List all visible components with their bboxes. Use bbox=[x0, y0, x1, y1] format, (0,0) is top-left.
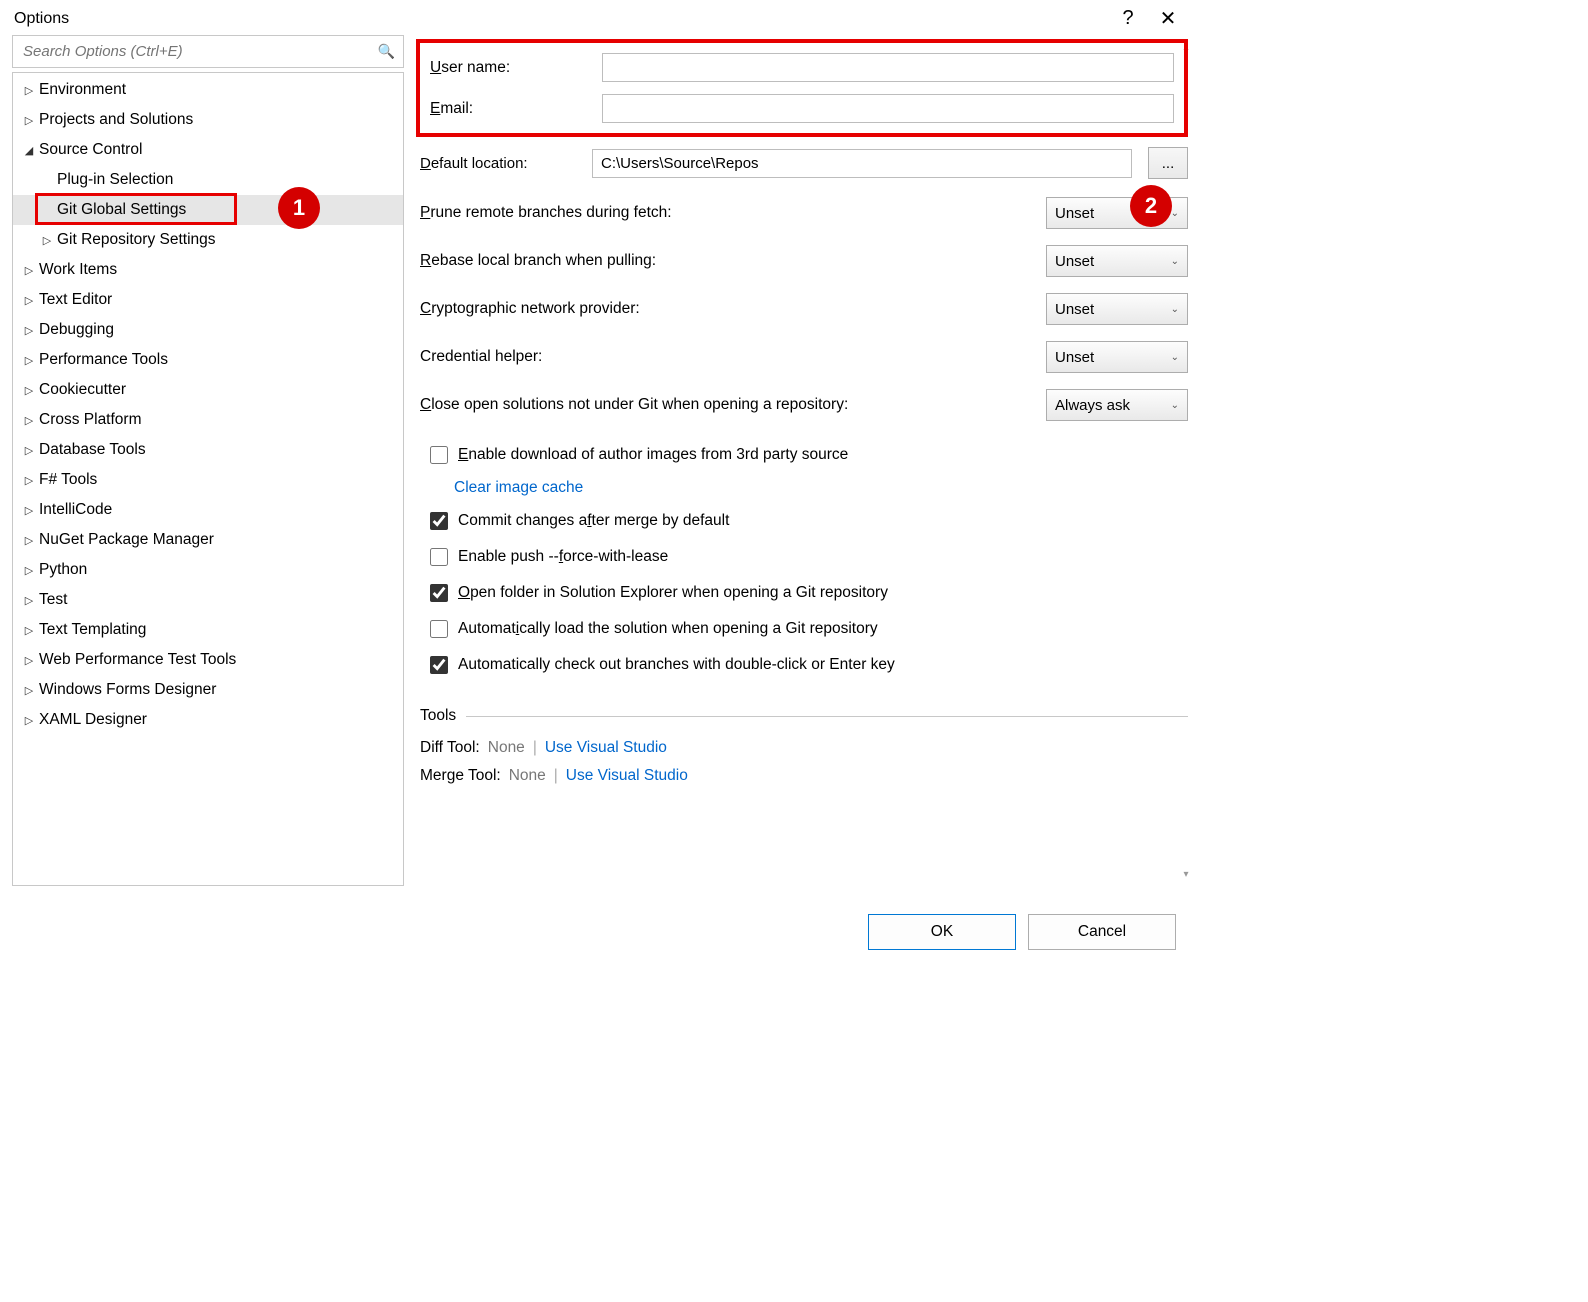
enable-download-label: Enable download of author images from 3r… bbox=[458, 446, 848, 464]
highlight-identity-block: User name: Email: bbox=[416, 39, 1188, 137]
scroll-down-icon[interactable]: ▾ bbox=[1178, 866, 1194, 882]
credential-combo[interactable]: Unset⌄ bbox=[1046, 341, 1188, 373]
crypto-label: Cryptographic network provider: bbox=[420, 300, 1046, 318]
open-folder-checkbox[interactable] bbox=[430, 584, 448, 602]
tree-text-templating[interactable]: ▷Text Templating bbox=[13, 615, 403, 645]
enable-download-checkbox[interactable] bbox=[430, 446, 448, 464]
force-with-lease-label: Enable push --force-with-lease bbox=[458, 548, 668, 566]
tree-nuget[interactable]: ▷NuGet Package Manager bbox=[13, 525, 403, 555]
diff-tool-value: None bbox=[488, 739, 525, 757]
default-location-label: Default location: bbox=[420, 155, 576, 172]
tree-performance-tools[interactable]: ▷Performance Tools bbox=[13, 345, 403, 375]
tree-fsharp-tools[interactable]: ▷F# Tools bbox=[13, 465, 403, 495]
tree-source-control[interactable]: ◢Source Control bbox=[13, 135, 403, 165]
tools-header: Tools bbox=[420, 707, 1188, 725]
chevron-down-icon: ⌄ bbox=[1171, 256, 1179, 267]
chevron-down-icon: ⌄ bbox=[1171, 400, 1179, 411]
crypto-combo[interactable]: Unset⌄ bbox=[1046, 293, 1188, 325]
window-title: Options bbox=[14, 10, 69, 28]
tree-web-perf[interactable]: ▷Web Performance Test Tools bbox=[13, 645, 403, 675]
tree-plugin-selection[interactable]: Plug-in Selection bbox=[13, 165, 403, 195]
autoload-solution-checkbox[interactable] bbox=[430, 620, 448, 638]
close-button[interactable]: ✕ bbox=[1148, 6, 1188, 31]
tree-database-tools[interactable]: ▷Database Tools bbox=[13, 435, 403, 465]
search-icon: 🔍 bbox=[378, 43, 395, 60]
ok-button[interactable]: OK bbox=[868, 914, 1016, 950]
credential-label: Credential helper: bbox=[420, 348, 1046, 366]
commit-after-merge-checkbox[interactable] bbox=[430, 512, 448, 530]
autoload-solution-label: Automatically load the solution when ope… bbox=[458, 620, 878, 638]
search-input[interactable] bbox=[21, 42, 378, 61]
close-solutions-combo[interactable]: Always ask⌄ bbox=[1046, 389, 1188, 421]
tree-projects[interactable]: ▷Projects and Solutions bbox=[13, 105, 403, 135]
email-label: Email: bbox=[430, 100, 586, 118]
callout-2: 2 bbox=[1130, 185, 1172, 227]
email-input[interactable] bbox=[602, 94, 1174, 123]
tree-test[interactable]: ▷Test bbox=[13, 585, 403, 615]
tree-git-repo-settings[interactable]: ▷Git Repository Settings bbox=[13, 225, 403, 255]
clear-image-cache-link[interactable]: Clear image cache bbox=[454, 479, 1188, 497]
commit-after-merge-label: Commit changes after merge by default bbox=[458, 512, 729, 530]
tree-intellicode[interactable]: ▷IntelliCode bbox=[13, 495, 403, 525]
rebase-combo[interactable]: Unset⌄ bbox=[1046, 245, 1188, 277]
username-label: User name: bbox=[430, 59, 586, 77]
chevron-down-icon: ⌄ bbox=[1171, 208, 1179, 219]
help-button[interactable]: ? bbox=[1108, 7, 1148, 30]
titlebar: Options ? ✕ bbox=[0, 0, 1200, 35]
browse-button[interactable]: ... bbox=[1148, 147, 1188, 179]
tree-python[interactable]: ▷Python bbox=[13, 555, 403, 585]
username-input[interactable] bbox=[602, 53, 1174, 82]
default-location-input[interactable] bbox=[592, 149, 1132, 178]
open-folder-label: Open folder in Solution Explorer when op… bbox=[458, 584, 888, 602]
auto-checkout-label: Automatically check out branches with do… bbox=[458, 656, 895, 674]
tree-cookiecutter[interactable]: ▷Cookiecutter bbox=[13, 375, 403, 405]
diff-use-vs-link[interactable]: Use Visual Studio bbox=[545, 739, 667, 757]
force-with-lease-checkbox[interactable] bbox=[430, 548, 448, 566]
chevron-down-icon: ⌄ bbox=[1171, 352, 1179, 363]
chevron-down-icon: ⌄ bbox=[1171, 304, 1179, 315]
tree-git-global-settings[interactable]: Git Global Settings bbox=[13, 195, 403, 225]
prune-label: Prune remote branches during fetch: bbox=[420, 204, 1046, 222]
close-solutions-label: Close open solutions not under Git when … bbox=[420, 396, 1046, 414]
tree-cross-platform[interactable]: ▷Cross Platform bbox=[13, 405, 403, 435]
auto-checkout-checkbox[interactable] bbox=[430, 656, 448, 674]
rebase-label: Rebase local branch when pulling: bbox=[420, 252, 1046, 270]
settings-pane: ▴ User name: Email: Default location: ..… bbox=[416, 35, 1188, 886]
callout-1: 1 bbox=[278, 187, 320, 229]
merge-tool-label: Merge Tool: bbox=[420, 767, 501, 785]
tree-environment[interactable]: ▷Environment bbox=[13, 75, 403, 105]
tree-work-items[interactable]: ▷Work Items bbox=[13, 255, 403, 285]
cancel-button[interactable]: Cancel bbox=[1028, 914, 1176, 950]
tree-text-editor[interactable]: ▷Text Editor bbox=[13, 285, 403, 315]
tree-debugging[interactable]: ▷Debugging bbox=[13, 315, 403, 345]
search-options[interactable]: 🔍 bbox=[12, 35, 404, 68]
diff-tool-label: Diff Tool: bbox=[420, 739, 480, 757]
options-tree[interactable]: ▷Environment ▷Projects and Solutions ◢So… bbox=[12, 72, 404, 886]
tree-xaml[interactable]: ▷XAML Designer bbox=[13, 705, 403, 735]
merge-use-vs-link[interactable]: Use Visual Studio bbox=[566, 767, 688, 785]
tree-winforms[interactable]: ▷Windows Forms Designer bbox=[13, 675, 403, 705]
merge-tool-value: None bbox=[509, 767, 546, 785]
